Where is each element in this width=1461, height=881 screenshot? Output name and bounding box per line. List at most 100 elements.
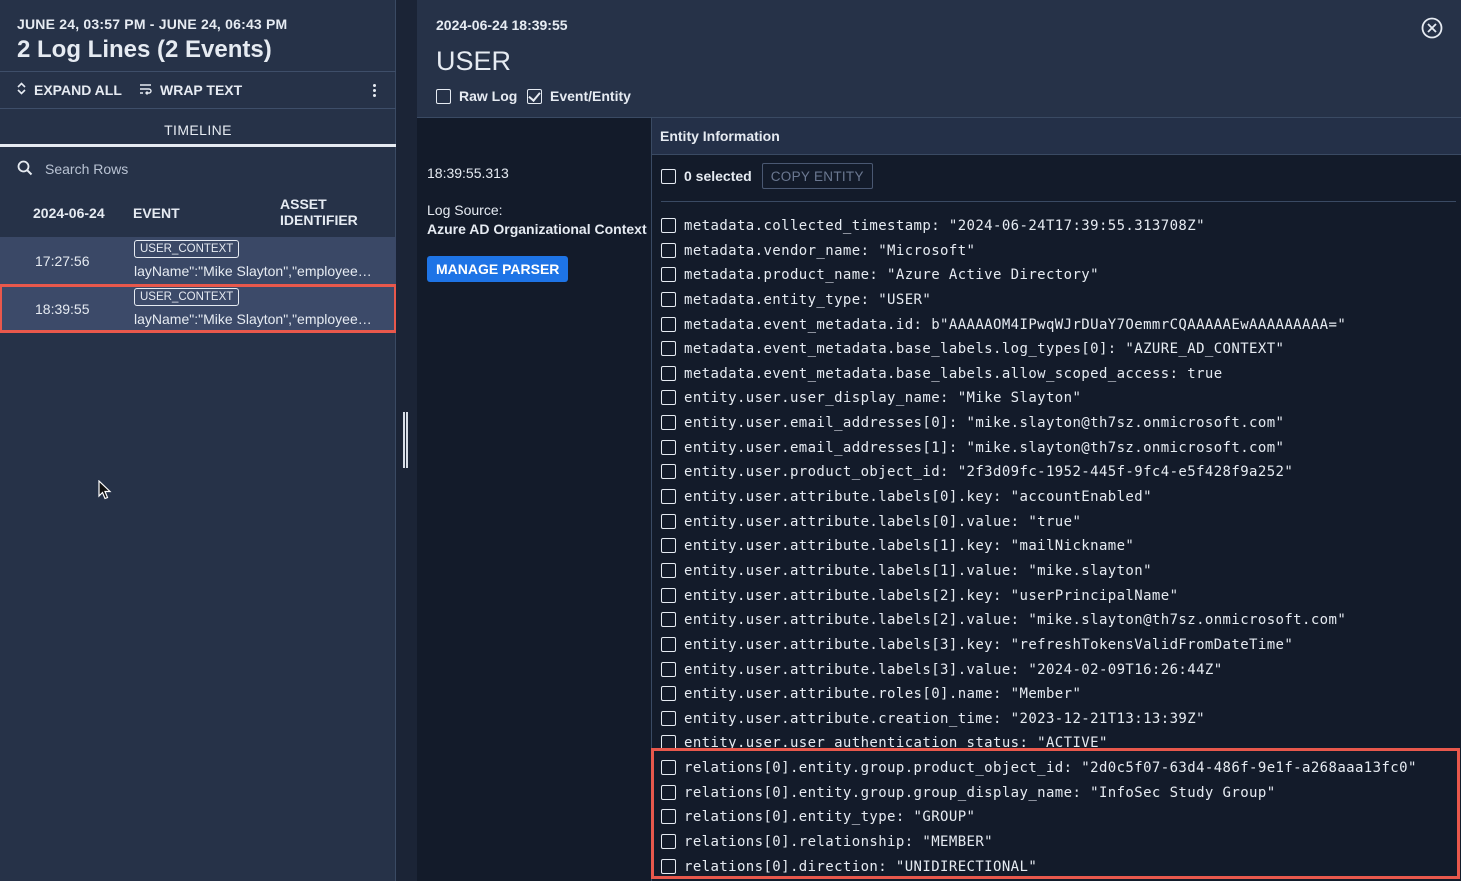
entity-field-row[interactable]: entity.user.attribute.creation_time: "20… — [661, 707, 1461, 732]
field-text: entity.user.product_object_id: "2f3d09fc… — [684, 464, 1294, 481]
field-checkbox[interactable] — [661, 489, 676, 505]
event-detail-panel: 2024-06-24 18:39:55 USER Raw Log Event/E… — [417, 0, 1461, 881]
field-checkbox[interactable] — [661, 587, 676, 603]
log-source-label: Log Source: — [427, 202, 503, 218]
entity-field-row[interactable]: entity.user.attribute.labels[2].value: "… — [661, 608, 1461, 633]
event-timestamp: 2024-06-24 18:39:55 — [436, 17, 568, 33]
raw-log-checkbox[interactable] — [436, 88, 451, 104]
entity-information-header: Entity Information — [652, 118, 1461, 155]
field-checkbox[interactable] — [661, 316, 676, 332]
column-header-event[interactable]: EVENT — [133, 205, 180, 221]
table-row-selected[interactable]: 18:39:55 USER_CONTEXT layName":"Mike Sla… — [0, 284, 397, 333]
column-header-date[interactable]: 2024-06-24 — [33, 205, 105, 221]
field-text: entity.user.attribute.labels[0].key: "ac… — [684, 489, 1152, 506]
entity-field-row[interactable]: metadata.event_metadata.id: b"AAAAAOM4IP… — [661, 313, 1461, 338]
entity-field-row[interactable]: entity.user.attribute.labels[0].key: "ac… — [661, 485, 1461, 510]
field-checkbox[interactable] — [661, 809, 676, 825]
entity-field-row[interactable]: entity.user.attribute.labels[1].key: "ma… — [661, 534, 1461, 559]
field-text: metadata.entity_type: "USER" — [684, 291, 932, 308]
entity-field-row[interactable]: entity.user.attribute.labels[1].value: "… — [661, 559, 1461, 584]
manage-parser-button[interactable]: MANAGE PARSER — [427, 256, 569, 282]
field-checkbox[interactable] — [661, 464, 676, 480]
field-checkbox[interactable] — [661, 612, 676, 628]
column-header-asset-identifier[interactable]: ASSET IDENTIFIER — [280, 196, 358, 228]
field-checkbox[interactable] — [661, 390, 676, 406]
mouse-cursor-icon — [98, 479, 112, 505]
entity-field-row[interactable]: entity.user.attribute.labels[2].key: "us… — [661, 584, 1461, 609]
entity-field-row[interactable]: relations[0].relationship: "MEMBER" — [661, 830, 1461, 855]
field-text: metadata.event_metadata.base_labels.log_… — [684, 341, 1285, 358]
entity-field-row[interactable]: entity.user.user_display_name: "Mike Sla… — [661, 386, 1461, 411]
field-checkbox[interactable] — [661, 242, 676, 258]
entity-field-row[interactable]: relations[0].entity.group.product_object… — [661, 756, 1461, 781]
field-text: metadata.event_metadata.id: b"AAAAAOM4IP… — [684, 316, 1347, 333]
field-checkbox[interactable] — [661, 513, 676, 529]
entity-field-row[interactable]: relations[0].entity_type: "GROUP" — [661, 805, 1461, 830]
field-checkbox[interactable] — [661, 341, 676, 357]
event-entity-checkbox[interactable] — [527, 88, 542, 104]
column-header-asset-line1: ASSET — [280, 196, 327, 212]
entity-field-row[interactable]: entity.user.product_object_id: "2f3d09fc… — [661, 460, 1461, 485]
field-checkbox[interactable] — [661, 365, 676, 381]
field-text: entity.user.attribute.roles[0].name: "Me… — [684, 686, 1082, 703]
field-text: relations[0].entity.group.product_object… — [684, 760, 1417, 777]
event-type-badge: USER_CONTEXT — [134, 240, 240, 258]
entity-field-row[interactable]: metadata.event_metadata.base_labels.log_… — [661, 337, 1461, 362]
event-entity-toggle[interactable]: Event/Entity — [527, 88, 631, 104]
field-text: entity.user.attribute.labels[3].key: "re… — [684, 636, 1294, 653]
field-checkbox[interactable] — [661, 218, 676, 233]
field-checkbox[interactable] — [661, 661, 676, 677]
field-checkbox[interactable] — [661, 267, 676, 283]
entity-field-row[interactable]: entity.user.attribute.labels[0].value: "… — [661, 510, 1461, 535]
field-checkbox[interactable] — [661, 538, 676, 554]
field-checkbox[interactable] — [661, 291, 676, 307]
field-checkbox[interactable] — [661, 760, 676, 776]
field-text: relations[0].entity.group.group_display_… — [684, 784, 1276, 801]
wrap-text-button[interactable]: WRAP TEXT — [139, 82, 242, 98]
entity-field-row[interactable]: metadata.entity_type: "USER" — [661, 288, 1461, 313]
entity-field-row[interactable]: entity.user.email_addresses[0]: "mike.sl… — [661, 411, 1461, 436]
entity-field-row[interactable]: metadata.event_metadata.base_labels.allo… — [661, 362, 1461, 387]
search-input[interactable] — [43, 160, 343, 178]
entity-field-row[interactable]: entity.user.email_addresses[1]: "mike.sl… — [661, 436, 1461, 461]
copy-entity-button[interactable]: COPY ENTITY — [761, 163, 873, 189]
selected-count: 0 selected — [684, 168, 752, 184]
event-type-badge: USER_CONTEXT — [134, 288, 240, 306]
row-time: 18:39:55 — [35, 301, 90, 317]
select-all-checkbox[interactable] — [661, 168, 676, 184]
entity-field-row[interactable]: entity.user.user_authentication_status: … — [661, 731, 1461, 756]
entity-field-list: metadata.collected_timestamp: "2024-06-2… — [661, 214, 1461, 881]
field-checkbox[interactable] — [661, 834, 676, 850]
field-checkbox[interactable] — [661, 562, 676, 578]
field-checkbox[interactable] — [661, 735, 676, 751]
event-entity-label: Event/Entity — [550, 88, 631, 104]
divider — [0, 71, 396, 72]
field-text: relations[0].direction: "UNIDIRECTIONAL" — [684, 858, 1038, 875]
entity-field-row[interactable]: entity.user.attribute.labels[3].value: "… — [661, 658, 1461, 683]
entity-field-row[interactable]: metadata.vendor_name: "Microsoft" — [661, 239, 1461, 264]
wrap-text-label: WRAP TEXT — [160, 82, 243, 98]
field-checkbox[interactable] — [661, 636, 676, 652]
resize-handle[interactable] — [403, 412, 408, 468]
field-checkbox[interactable] — [661, 784, 676, 800]
field-checkbox[interactable] — [661, 686, 676, 702]
entity-field-row[interactable]: metadata.collected_timestamp: "2024-06-2… — [661, 214, 1461, 239]
field-checkbox[interactable] — [661, 415, 676, 431]
field-checkbox[interactable] — [661, 710, 676, 726]
field-checkbox[interactable] — [661, 439, 676, 455]
tab-timeline[interactable]: TIMELINE — [0, 109, 396, 146]
entity-field-row[interactable]: relations[0].direction: "UNIDIRECTIONAL" — [661, 855, 1461, 880]
entity-field-row[interactable]: entity.user.attribute.labels[3].key: "re… — [661, 633, 1461, 658]
row-snippet: layName":"Mike Slayton","employeeId" — [134, 311, 374, 327]
more-options-icon[interactable] — [366, 80, 382, 100]
entity-field-row[interactable]: metadata.product_name: "Azure Active Dir… — [661, 263, 1461, 288]
entity-field-row[interactable]: relations[0].entity.group.group_display_… — [661, 781, 1461, 806]
field-text: entity.user.user_display_name: "Mike Sla… — [684, 390, 1082, 407]
entity-field-row[interactable]: entity.user.attribute.roles[0].name: "Me… — [661, 682, 1461, 707]
expand-all-button[interactable]: EXPAND ALL — [17, 82, 122, 98]
field-text: entity.user.attribute.labels[3].value: "… — [684, 661, 1223, 678]
close-icon[interactable] — [1421, 17, 1443, 39]
table-row[interactable]: 17:27:56 USER_CONTEXT layName":"Mike Sla… — [0, 237, 396, 284]
raw-log-toggle[interactable]: Raw Log — [436, 88, 517, 104]
field-checkbox[interactable] — [661, 858, 676, 874]
